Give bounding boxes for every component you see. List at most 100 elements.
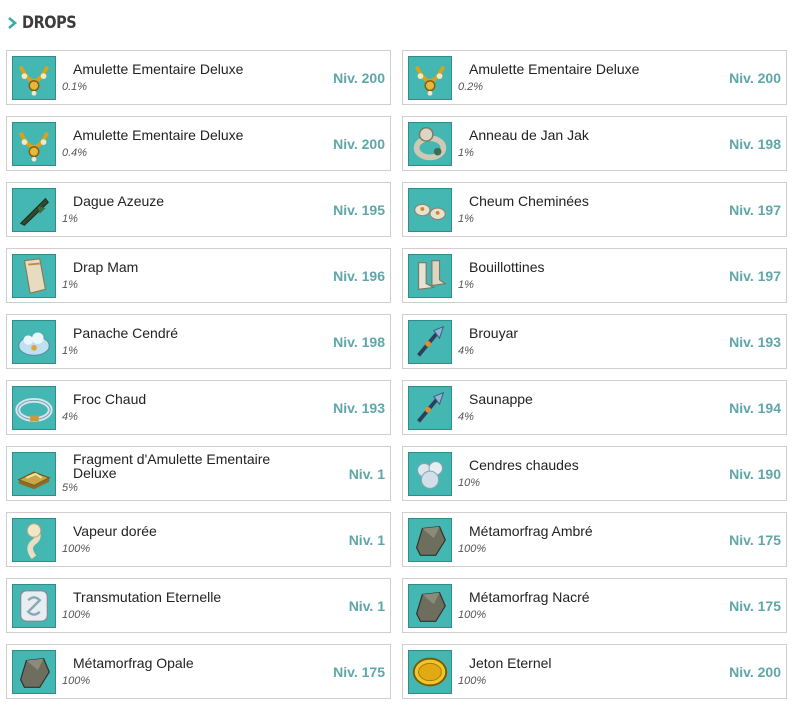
drop-rate: 1% (62, 279, 78, 291)
drop-level: Niv. 200 (333, 70, 385, 86)
hat-icon (12, 320, 56, 364)
drop-item[interactable]: Bouillottines 1% Niv. 197 (402, 248, 787, 303)
drop-level: Niv. 1 (348, 598, 385, 614)
drop-name: Bouillottines (469, 259, 545, 275)
amulet-icon (12, 56, 56, 100)
drop-name: Fragment d'Amulette Ementaire Deluxe (73, 451, 271, 481)
drop-item[interactable]: Cendres chaudes 10% Niv. 190 (402, 446, 787, 501)
drop-level: Niv. 1 (348, 532, 385, 548)
drop-item[interactable]: Vapeur dorée 100% Niv. 1 (6, 512, 391, 567)
drop-level: Niv. 1 (348, 466, 385, 482)
drop-rate: 1% (458, 213, 474, 225)
drop-item[interactable]: Cheum Cheminées 1% Niv. 197 (402, 182, 787, 237)
drop-name: Métamorfrag Ambré (469, 523, 593, 539)
drop-name: Vapeur dorée (73, 523, 157, 539)
drop-item[interactable]: Amulette Ementaire Deluxe 0.2% Niv. 200 (402, 50, 787, 105)
drop-name: Amulette Ementaire Deluxe (73, 127, 244, 143)
drop-level: Niv. 190 (729, 466, 781, 482)
drop-item[interactable]: Brouyar 4% Niv. 193 (402, 314, 787, 369)
amulet-icon (408, 56, 452, 100)
drop-name: Drap Mam (73, 259, 139, 275)
drop-level: Niv. 194 (729, 400, 781, 416)
drop-name: Brouyar (469, 325, 519, 341)
drops-grid: Amulette Ementaire Deluxe 0.1% Niv. 200 Amu… (6, 50, 787, 699)
drop-rate: 100% (458, 609, 487, 621)
drop-item[interactable]: Saunappe 4% Niv. 194 (402, 380, 787, 435)
amulet-icon (12, 122, 56, 166)
drop-item[interactable]: Métamorfrag Ambré 100% Niv. 175 (402, 512, 787, 567)
drop-level: Niv. 196 (333, 268, 385, 284)
drop-rate: 0.4% (62, 147, 88, 159)
drop-name: Transmutation Eternelle (73, 589, 222, 605)
cape-icon (12, 254, 56, 298)
section-header: DROPS (6, 10, 86, 36)
drop-rate: 100% (458, 543, 487, 555)
drop-item[interactable]: Métamorfrag Opale 100% Niv. 175 (6, 644, 391, 699)
drop-level: Niv. 197 (729, 268, 781, 284)
stone-icon (12, 650, 56, 694)
drop-item[interactable]: Anneau de Jan Jak 1% Niv. 198 (402, 116, 787, 171)
coin-icon (408, 650, 452, 694)
drop-rate: 100% (458, 675, 487, 687)
dagger-icon (12, 188, 56, 232)
drop-name: Cendres chaudes (469, 457, 579, 473)
drop-name: Cheum Cheminées (469, 193, 589, 209)
section-title: DROPS (22, 13, 77, 33)
belt-icon (12, 386, 56, 430)
drop-level: Niv. 200 (729, 70, 781, 86)
drop-level: Niv. 195 (333, 202, 385, 218)
drop-level: Niv. 193 (729, 334, 781, 350)
drop-level: Niv. 197 (729, 202, 781, 218)
boots-icon (408, 254, 452, 298)
drop-item[interactable]: Froc Chaud 4% Niv. 193 (6, 380, 391, 435)
drop-name: Jeton Eternel (469, 655, 552, 671)
drop-item[interactable]: Amulette Ementaire Deluxe 0.4% Niv. 200 (6, 116, 391, 171)
drop-rate: 100% (62, 675, 91, 687)
drop-item[interactable]: Drap Mam 1% Niv. 196 (6, 248, 391, 303)
drop-name: Dague Azeuze (73, 193, 165, 209)
drop-rate: 4% (62, 411, 78, 423)
ring-icon (408, 122, 452, 166)
drop-name: Métamorfrag Opale (73, 655, 194, 671)
chevron-right-icon (8, 17, 18, 29)
drop-item[interactable]: Amulette Ementaire Deluxe 0.1% Niv. 200 (6, 50, 391, 105)
drop-item[interactable]: Dague Azeuze 1% Niv. 195 (6, 182, 391, 237)
drop-rate: 5% (62, 482, 78, 494)
drop-rate: 0.1% (62, 81, 88, 93)
drop-level: Niv. 175 (333, 664, 385, 680)
stone-icon (408, 518, 452, 562)
drop-level: Niv. 193 (333, 400, 385, 416)
pet-icon (408, 320, 452, 364)
drop-name: Amulette Ementaire Deluxe (73, 61, 244, 77)
drop-rate: 1% (62, 345, 78, 357)
stone-icon (408, 584, 452, 628)
drop-item[interactable]: Fragment d'Amulette Ementaire Deluxe 5% Ni… (6, 446, 391, 501)
drop-name: Anneau de Jan Jak (469, 127, 589, 143)
pet-icon (408, 386, 452, 430)
chimneys-icon (408, 188, 452, 232)
ash-icon (408, 452, 452, 496)
drop-rate: 4% (458, 411, 474, 423)
drop-item[interactable]: Transmutation Eternelle 100% Niv. 1 (6, 578, 391, 633)
drop-rate: 100% (62, 543, 91, 555)
drop-name: Froc Chaud (73, 391, 147, 407)
drop-level: Niv. 175 (729, 532, 781, 548)
drop-rate: 4% (458, 345, 474, 357)
drop-rate: 10% (458, 477, 481, 489)
drop-level: Niv. 200 (333, 136, 385, 152)
scroll-icon (12, 584, 56, 628)
drop-item[interactable]: Métamorfrag Nacré 100% Niv. 175 (402, 578, 787, 633)
drop-level: Niv. 198 (333, 334, 385, 350)
drop-level: Niv. 198 (729, 136, 781, 152)
vapor-icon (12, 518, 56, 562)
drop-item[interactable]: Jeton Eternel 100% Niv. 200 (402, 644, 787, 699)
drop-item[interactable]: Panache Cendré 1% Niv. 198 (6, 314, 391, 369)
drop-name: Amulette Ementaire Deluxe (469, 61, 640, 77)
drop-name: Métamorfrag Nacré (469, 589, 590, 605)
drop-rate: 1% (458, 279, 474, 291)
drop-rate: 0.2% (458, 81, 484, 93)
drop-level: Niv. 200 (729, 664, 781, 680)
drop-rate: 1% (62, 213, 78, 225)
drop-rate: 100% (62, 609, 91, 621)
drop-rate: 1% (458, 147, 474, 159)
